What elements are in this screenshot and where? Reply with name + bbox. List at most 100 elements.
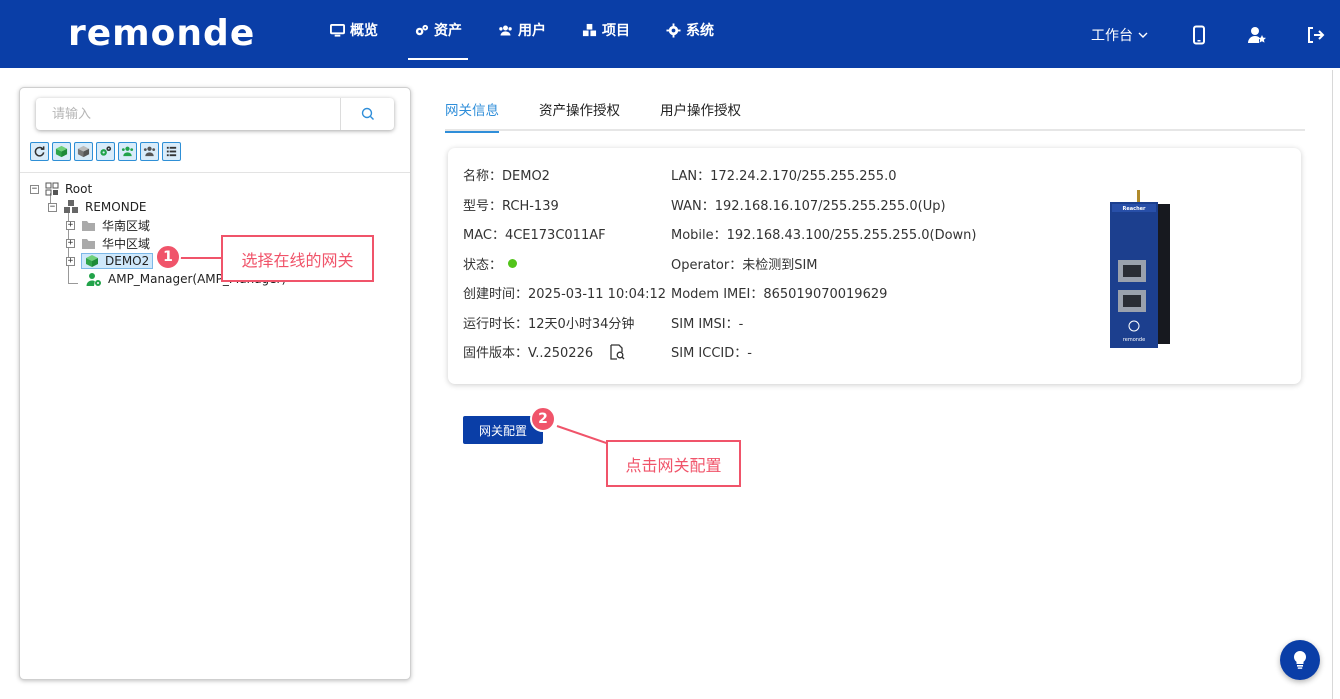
page-scrollbar-track bbox=[1332, 70, 1333, 699]
collapse-toggle[interactable]: − bbox=[30, 184, 39, 194]
tree-node-org[interactable]: − REMONDE bbox=[48, 198, 147, 216]
gear-icon bbox=[666, 22, 681, 38]
tree-node-label: 华中区域 bbox=[102, 236, 151, 251]
tree-node-label: Root bbox=[65, 182, 93, 196]
file-search-icon[interactable] bbox=[609, 343, 625, 360]
workbench-dropdown[interactable]: 工作台 bbox=[1091, 25, 1148, 45]
nav-assets[interactable]: 资产 bbox=[398, 0, 478, 60]
info-mac: MAC：4CE173C011AF bbox=[463, 228, 606, 243]
tab-user-permissions[interactable]: 用户操作授权 bbox=[660, 100, 741, 131]
user-gear-icon bbox=[86, 272, 101, 286]
nav-system[interactable]: 系统 bbox=[650, 0, 730, 60]
status-online-dot bbox=[508, 259, 518, 268]
monitor-icon bbox=[330, 23, 345, 37]
tree-node-label: REMONDE bbox=[85, 200, 147, 214]
list-icon bbox=[166, 146, 177, 157]
callout-select-gateway: 选择在线的网关 bbox=[221, 235, 374, 282]
folder-icon bbox=[82, 238, 95, 249]
refresh-button[interactable] bbox=[30, 142, 49, 161]
info-uptime: 运行时长：12天0小时34分钟 bbox=[463, 317, 635, 332]
info-firmware: 固件版本：V..250226 bbox=[463, 342, 625, 361]
add-group-button[interactable] bbox=[96, 142, 115, 161]
user-star-icon[interactable] bbox=[1246, 24, 1268, 46]
logout-icon[interactable] bbox=[1304, 24, 1326, 46]
nav-assets-label: 资产 bbox=[434, 23, 462, 39]
expand-toggle[interactable]: + bbox=[66, 238, 75, 248]
workbench-label: 工作台 bbox=[1091, 28, 1133, 44]
info-name: 名称：DEMO2 bbox=[463, 169, 550, 184]
info-iccid: SIM ICCID：- bbox=[671, 346, 752, 361]
tree-node-gateway-demo2[interactable]: + DEMO2 bbox=[66, 252, 154, 270]
nav-projects-label: 项目 bbox=[602, 23, 630, 39]
mobile-icon[interactable] bbox=[1188, 24, 1210, 46]
device-logo-label: remonde bbox=[1123, 337, 1145, 343]
nav-overview-label: 概览 bbox=[350, 23, 378, 39]
tree-node-region-central[interactable]: + 华中区域 bbox=[66, 234, 150, 252]
users-icon bbox=[499, 25, 512, 35]
expand-toggle[interactable]: + bbox=[66, 220, 75, 230]
folder-icon bbox=[82, 220, 95, 231]
green-users-icon bbox=[121, 146, 134, 157]
search-input[interactable] bbox=[36, 98, 340, 130]
nav-users-label: 用户 bbox=[518, 23, 546, 39]
gateway-info-card: 名称：DEMO2 型号：RCH-139 MAC：4CE173C011AF 状态：… bbox=[448, 148, 1301, 384]
brand-logo[interactable]: remonde bbox=[68, 12, 255, 56]
asset-tree-panel: − Root − REMONDE + 华南区域 + 华中区域 + DEMO2 bbox=[19, 87, 411, 680]
status-label: 状态： bbox=[463, 258, 503, 273]
callout-gateway-config: 点击网关配置 bbox=[606, 440, 741, 487]
tree-search bbox=[36, 98, 394, 130]
expand-toggle[interactable]: + bbox=[66, 256, 75, 266]
online-gateway-icon bbox=[86, 255, 98, 267]
step-badge-1: 1 bbox=[155, 244, 181, 270]
info-lan: LAN：172.24.2.170/255.255.255.0 bbox=[671, 169, 897, 184]
lightbulb-icon bbox=[1293, 650, 1307, 669]
tab-asset-permissions[interactable]: 资产操作授权 bbox=[539, 100, 620, 131]
detail-tabs: 网关信息 资产操作授权 用户操作授权 bbox=[445, 100, 1305, 133]
info-imsi: SIM IMSI：- bbox=[671, 317, 744, 332]
nav-overview[interactable]: 概览 bbox=[314, 0, 394, 60]
add-device-button[interactable] bbox=[74, 142, 93, 161]
info-mobile: Mobile：192.168.43.100/255.255.255.0(Down… bbox=[671, 228, 977, 243]
gateway-device-image: Reacher remonde bbox=[1110, 190, 1170, 348]
info-imei: Modem IMEI：865019070019629 bbox=[671, 287, 888, 302]
chevron-down-icon bbox=[1138, 32, 1148, 38]
refresh-icon bbox=[34, 146, 45, 157]
tab-gateway-info[interactable]: 网关信息 bbox=[445, 100, 499, 133]
tree-node-region-south[interactable]: + 华南区域 bbox=[66, 216, 150, 234]
search-button[interactable] bbox=[340, 98, 394, 130]
help-button[interactable] bbox=[1280, 640, 1320, 680]
green-cube-icon bbox=[55, 145, 68, 158]
gears-icon bbox=[415, 24, 429, 35]
tree-node-selected: DEMO2 bbox=[81, 253, 154, 269]
cubes-icon bbox=[582, 23, 597, 36]
tree-node-root[interactable]: − Root bbox=[30, 180, 92, 198]
header-actions: 工作台 bbox=[1091, 0, 1340, 70]
info-model: 型号：RCH-139 bbox=[463, 199, 559, 214]
callout-connector bbox=[176, 257, 221, 259]
list-view-button[interactable] bbox=[162, 142, 181, 161]
step-badge-2: 2 bbox=[530, 406, 556, 432]
grid-icon bbox=[45, 182, 59, 196]
tree-node-label: DEMO2 bbox=[105, 254, 150, 268]
toolbar-divider bbox=[20, 172, 410, 173]
green-gears-icon bbox=[100, 146, 112, 156]
top-navbar: remonde 概览 资产 用户 项目 系统 工作台 bbox=[0, 0, 1340, 68]
collapse-toggle[interactable]: − bbox=[48, 202, 57, 212]
device-brand-label: Reacher bbox=[1123, 206, 1147, 212]
main-nav: 概览 资产 用户 项目 系统 bbox=[314, 0, 730, 60]
tree-line bbox=[68, 283, 78, 284]
nav-system-label: 系统 bbox=[686, 23, 714, 39]
add-users-button[interactable] bbox=[118, 142, 137, 161]
info-status: 状态： bbox=[463, 254, 518, 273]
firmware-value: 固件版本：V..250226 bbox=[463, 346, 594, 361]
nav-users[interactable]: 用户 bbox=[482, 0, 562, 60]
manage-users-button[interactable] bbox=[140, 142, 159, 161]
org-cubes-icon bbox=[64, 200, 78, 213]
search-icon bbox=[361, 107, 374, 120]
info-created: 创建时间：2025-03-11 10:04:12 bbox=[463, 287, 667, 302]
tree-toolbar bbox=[30, 142, 181, 161]
nav-projects[interactable]: 项目 bbox=[566, 0, 646, 60]
info-operator: Operator：未检测到SIM bbox=[671, 258, 818, 273]
add-gateway-button[interactable] bbox=[52, 142, 71, 161]
gray-users-icon bbox=[143, 146, 156, 157]
